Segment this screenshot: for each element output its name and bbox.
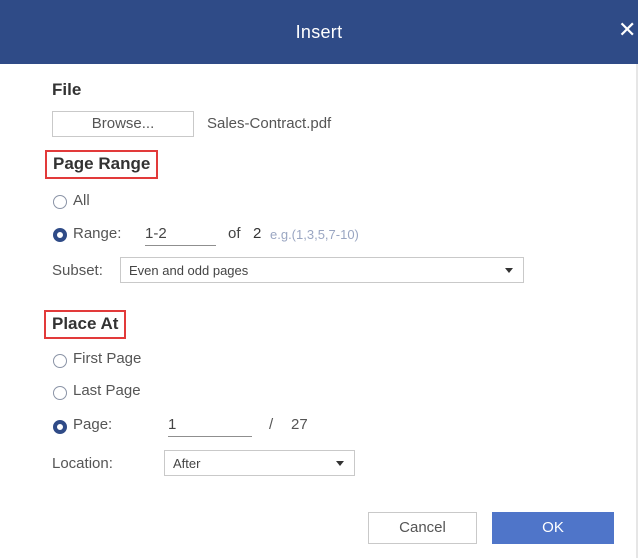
ok-button[interactable]: OK <box>492 512 614 544</box>
page-label: Page: <box>73 416 113 433</box>
place-at-section-label: Place At <box>44 310 127 339</box>
file-name: Sales-Contract.pdf <box>207 115 332 132</box>
range-label: Range: <box>73 225 122 242</box>
location-select-value: After <box>173 456 201 471</box>
subset-label: Subset: <box>52 262 103 279</box>
total-pages: 2 <box>253 225 262 242</box>
of-label: of <box>228 225 241 242</box>
last-page-radio[interactable] <box>53 386 67 400</box>
page-input[interactable]: 1 <box>168 416 252 437</box>
dialog-title: Insert <box>295 22 343 42</box>
subset-select[interactable]: Even and odd pages <box>120 257 524 283</box>
subset-select-value: Even and odd pages <box>129 263 249 278</box>
first-page-radio[interactable] <box>53 354 67 368</box>
close-icon[interactable]: ✕ <box>618 18 638 42</box>
dialog-titlebar: Insert ✕ <box>0 0 638 64</box>
range-example-hint: e.g.(1,3,5,7-10) <box>270 227 359 242</box>
range-radio[interactable] <box>53 228 67 242</box>
chevron-down-icon <box>505 268 513 273</box>
all-radio[interactable] <box>53 195 67 209</box>
dialog-body: File Browse... Sales-Contract.pdf Page R… <box>0 64 638 558</box>
location-label: Location: <box>52 455 113 472</box>
last-page-label: Last Page <box>73 382 141 399</box>
page-slash: / <box>269 416 274 433</box>
location-select[interactable]: After <box>164 450 355 476</box>
page-radio[interactable] <box>53 420 67 434</box>
range-input[interactable]: 1-2 <box>145 225 216 246</box>
all-label: All <box>73 192 90 209</box>
chevron-down-icon <box>336 461 344 466</box>
page-total: 27 <box>291 416 308 433</box>
cancel-button[interactable]: Cancel <box>368 512 477 544</box>
file-section-label: File <box>52 80 82 99</box>
first-page-label: First Page <box>73 350 142 367</box>
browse-button[interactable]: Browse... <box>52 111 194 137</box>
page-range-section-label: Page Range <box>45 150 159 179</box>
